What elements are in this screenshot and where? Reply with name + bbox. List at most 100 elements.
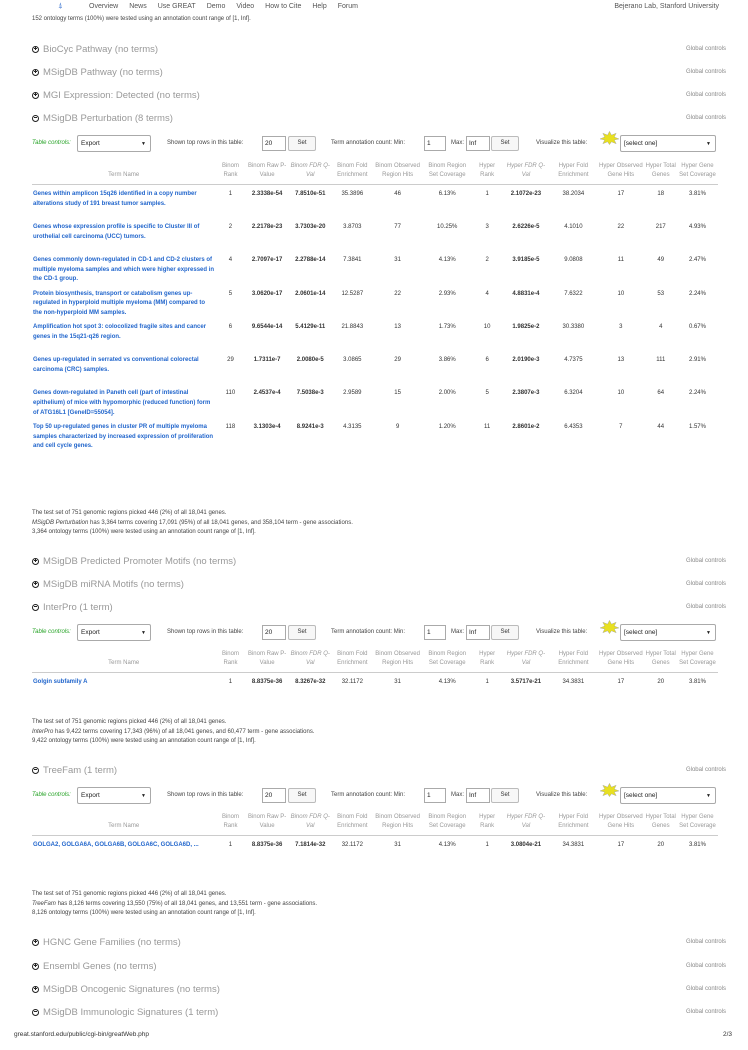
col-hyper-observed[interactable]: Hyper Observed Gene Hits	[597, 813, 645, 837]
term-link[interactable]: Golgin subfamily A	[32, 673, 215, 693]
collapse-icon[interactable]	[32, 604, 39, 611]
col-hyper-fold[interactable]: Hyper Fold Enrichment	[549, 813, 598, 837]
collapse-icon[interactable]	[32, 1009, 39, 1016]
visualize-select[interactable]: [select one] ▼	[620, 787, 716, 804]
global-controls-link[interactable]: Global controls	[686, 939, 726, 945]
section-toggle[interactable]: MSigDB Oncogenic Signatures (no terms)	[32, 984, 220, 995]
nav-overview[interactable]: Overview	[89, 3, 118, 10]
set-annotation-button[interactable]: Set	[491, 136, 519, 151]
section-toggle[interactable]: MSigDB Perturbation (8 terms)	[32, 113, 173, 124]
min-count-input[interactable]: 1	[424, 136, 446, 151]
global-controls-link[interactable]: Global controls	[686, 986, 726, 992]
col-binom-fold[interactable]: Binom Fold Enrichment	[331, 813, 373, 837]
col-binom-raw-p[interactable]: Binom Raw P-Value	[245, 813, 289, 837]
global-controls-link[interactable]: Global controls	[686, 115, 726, 121]
nav-video[interactable]: Video	[236, 3, 254, 10]
col-hyper-fold[interactable]: Hyper Fold Enrichment	[549, 650, 598, 674]
great-logo-icon[interactable]: ⍋	[58, 1, 63, 11]
section-toggle[interactable]: HGNC Gene Families (no terms)	[32, 937, 181, 948]
col-hyper-fdr[interactable]: Hyper FDR Q-Val	[502, 813, 550, 837]
section-toggle[interactable]: Ensembl Genes (no terms)	[32, 961, 157, 972]
set-annotation-button[interactable]: Set	[491, 625, 519, 640]
expand-icon[interactable]	[32, 92, 39, 99]
collapse-icon[interactable]	[32, 115, 39, 122]
col-hyper-coverage[interactable]: Hyper Gene Set Coverage	[676, 650, 718, 674]
nav-how-to-cite[interactable]: How to Cite	[265, 3, 301, 10]
nav-news[interactable]: News	[129, 3, 147, 10]
global-controls-link[interactable]: Global controls	[686, 69, 726, 75]
expand-icon[interactable]	[32, 558, 39, 565]
min-count-input[interactable]: 1	[424, 788, 446, 803]
col-hyper-fdr[interactable]: Hyper FDR Q-Val	[502, 650, 550, 674]
collapse-icon[interactable]	[32, 767, 39, 774]
visualize-select[interactable]: [select one] ▼	[620, 624, 716, 641]
col-binom-coverage[interactable]: Binom Region Set Coverage	[422, 650, 473, 674]
export-select[interactable]: Export ▼	[77, 787, 151, 804]
expand-icon[interactable]	[32, 939, 39, 946]
term-link[interactable]: Genes up-regulated in serrated vs conven…	[32, 351, 215, 384]
section-toggle[interactable]: MSigDB Predicted Promoter Motifs (no ter…	[32, 556, 236, 567]
global-controls-link[interactable]: Global controls	[686, 1009, 726, 1015]
col-binom-observed[interactable]: Binom Observed Region Hits	[372, 162, 423, 186]
nav-use-great[interactable]: Use GREAT	[158, 3, 196, 10]
nav-demo[interactable]: Demo	[207, 3, 226, 10]
col-hyper-coverage[interactable]: Hyper Gene Set Coverage	[676, 813, 718, 837]
term-link[interactable]: Top 50 up-regulated genes in cluster PR …	[32, 418, 215, 452]
col-term-name[interactable]: Term Name	[32, 650, 216, 674]
col-binom-coverage[interactable]: Binom Region Set Coverage	[422, 813, 473, 837]
col-hyper-fdr[interactable]: Hyper FDR Q-Val	[502, 162, 550, 186]
export-select[interactable]: Export ▼	[77, 624, 151, 641]
col-hyper-coverage[interactable]: Hyper Gene Set Coverage	[676, 162, 718, 186]
section-title[interactable]: MGI Expression: Detected (no terms)	[43, 90, 200, 101]
section-toggle[interactable]: BioCyc Pathway (no terms)	[32, 44, 158, 55]
col-binom-observed[interactable]: Binom Observed Region Hits	[372, 650, 423, 674]
section-title[interactable]: BioCyc Pathway (no terms)	[43, 44, 158, 55]
export-select[interactable]: Export ▼	[77, 135, 151, 152]
top-rows-input[interactable]: 20	[262, 625, 286, 640]
col-binom-fdr[interactable]: Binom FDR Q-Val	[288, 162, 332, 186]
set-annotation-button[interactable]: Set	[491, 788, 519, 803]
col-hyper-observed[interactable]: Hyper Observed Gene Hits	[597, 162, 645, 186]
col-binom-fold[interactable]: Binom Fold Enrichment	[331, 162, 373, 186]
global-controls-link[interactable]: Global controls	[686, 46, 726, 52]
col-binom-fdr[interactable]: Binom FDR Q-Val	[288, 650, 332, 674]
section-title[interactable]: MSigDB Perturbation (8 terms)	[43, 113, 173, 124]
global-controls-link[interactable]: Global controls	[686, 767, 726, 773]
expand-icon[interactable]	[32, 963, 39, 970]
col-hyper-rank[interactable]: Hyper Rank	[472, 650, 503, 674]
visualize-select[interactable]: [select one] ▼	[620, 135, 716, 152]
section-toggle[interactable]: MSigDB miRNA Motifs (no terms)	[32, 579, 184, 590]
term-link[interactable]: GOLGA2, GOLGA6A, GOLGA6B, GOLGA6C, GOLGA…	[32, 836, 215, 863]
top-rows-input[interactable]: 20	[262, 788, 286, 803]
section-title[interactable]: MSigDB Oncogenic Signatures (no terms)	[43, 984, 220, 995]
term-link[interactable]: Protein biosynthesis, transport or catab…	[32, 285, 215, 319]
nav-help[interactable]: Help	[312, 3, 326, 10]
section-title[interactable]: Ensembl Genes (no terms)	[43, 961, 157, 972]
set-top-rows-button[interactable]: Set	[288, 136, 316, 151]
col-binom-observed[interactable]: Binom Observed Region Hits	[372, 813, 423, 837]
expand-icon[interactable]	[32, 581, 39, 588]
expand-icon[interactable]	[32, 46, 39, 53]
min-count-input[interactable]: 1	[424, 625, 446, 640]
col-hyper-total[interactable]: Hyper Total Genes	[644, 650, 677, 674]
col-binom-rank[interactable]: Binom Rank	[215, 650, 246, 674]
term-link[interactable]: Amplification hot spot 3: colocolized fr…	[32, 318, 215, 351]
max-count-input[interactable]: Inf	[466, 136, 490, 151]
section-title[interactable]: HGNC Gene Families (no terms)	[43, 937, 181, 948]
section-toggle[interactable]: MGI Expression: Detected (no terms)	[32, 90, 200, 101]
col-term-name[interactable]: Term Name	[32, 813, 216, 837]
col-binom-raw-p[interactable]: Binom Raw P-Value	[245, 162, 289, 186]
set-top-rows-button[interactable]: Set	[288, 625, 316, 640]
section-title[interactable]: InterPro (1 term)	[43, 602, 113, 613]
col-term-name[interactable]: Term Name	[32, 162, 216, 186]
section-toggle[interactable]: MSigDB Immunologic Signatures (1 term)	[32, 1007, 218, 1018]
col-hyper-rank[interactable]: Hyper Rank	[472, 162, 503, 186]
section-toggle[interactable]: MSigDB Pathway (no terms)	[32, 67, 163, 78]
global-controls-link[interactable]: Global controls	[686, 558, 726, 564]
expand-icon[interactable]	[32, 69, 39, 76]
section-title[interactable]: MSigDB Predicted Promoter Motifs (no ter…	[43, 556, 236, 567]
global-controls-link[interactable]: Global controls	[686, 92, 726, 98]
term-link[interactable]: Genes within amplicon 15q26 identified i…	[32, 185, 215, 218]
col-hyper-total[interactable]: Hyper Total Genes	[644, 162, 677, 186]
col-binom-raw-p[interactable]: Binom Raw P-Value	[245, 650, 289, 674]
